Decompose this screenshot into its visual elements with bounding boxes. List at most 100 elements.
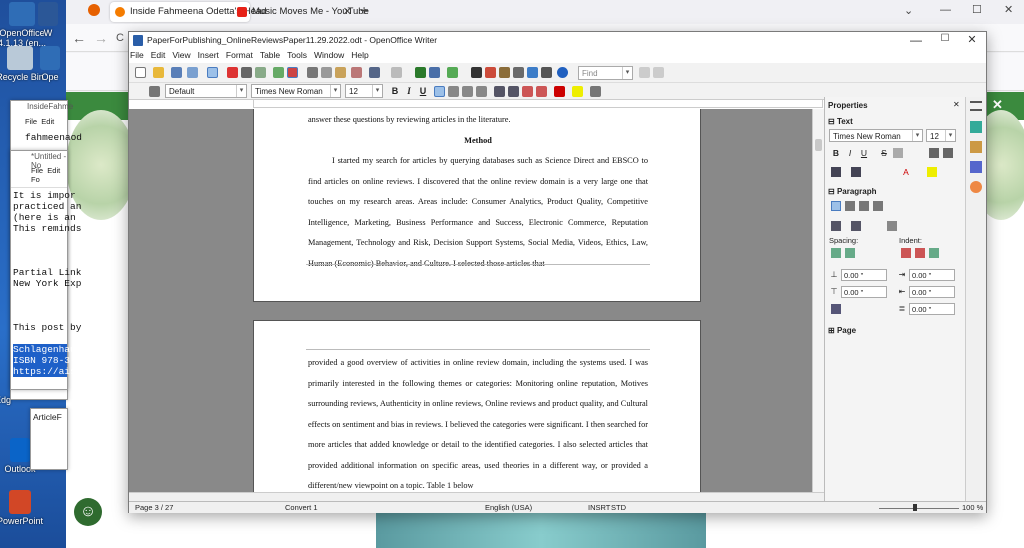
forward-icon[interactable]: → [94,30,108,46]
menu-insert[interactable]: Insert [198,50,219,60]
styles-deck-icon[interactable] [970,141,982,153]
close-icon[interactable]: ✕ [1004,3,1013,16]
minimize-icon[interactable]: — [940,4,951,16]
help-icon[interactable] [557,67,568,78]
spacing-below-input[interactable]: 0.00 " [841,286,887,298]
maximize-icon[interactable]: ☐ [931,33,959,44]
email-icon[interactable] [187,67,198,78]
clone-formatting-icon[interactable] [351,67,362,78]
indent-before-input[interactable]: 0.00 " [909,269,955,281]
save-icon[interactable] [171,67,182,78]
decrease-indent-icon[interactable] [522,86,533,97]
autospellcheck-icon[interactable] [287,67,298,78]
menu-tools[interactable]: Tools [287,50,307,60]
navigator-deck-icon[interactable] [970,181,982,193]
cut-icon[interactable] [307,67,318,78]
menu-view[interactable]: View [172,50,190,60]
data-sources-icon[interactable] [513,67,524,78]
text-section-header[interactable]: ⊟ Text [828,117,853,126]
back-icon[interactable]: ← [72,30,86,46]
highlight-icon[interactable] [927,167,937,177]
menu-icon[interactable] [970,101,982,111]
find-previous-icon[interactable] [639,67,650,78]
paragraph-section-header[interactable]: ⊟ Paragraph [828,187,877,196]
find-input[interactable]: Find ▾ [578,66,633,80]
document-page-2[interactable]: provided a good overview of activities i… [253,320,701,493]
text-area[interactable]: It is impor practiced an (here is an Thi… [11,188,81,377]
shadow-icon[interactable] [893,148,903,158]
italic-button[interactable]: I [403,85,415,97]
open-folder-icon[interactable] [153,67,164,78]
spacing-icon[interactable] [851,167,861,177]
spellcheck-icon[interactable] [273,67,284,78]
grow-font-icon[interactable] [929,148,939,158]
sidebar-align-left-icon[interactable] [831,201,841,211]
text-field[interactable]: fahmeenaod [11,126,82,143]
chevron-down-icon[interactable]: ▾ [330,85,340,97]
bold-button[interactable]: B [389,85,401,97]
find-replace-icon[interactable] [471,67,482,78]
align-left-icon[interactable] [434,86,445,97]
navigator-icon[interactable] [485,67,496,78]
table-icon[interactable] [429,67,440,78]
export-pdf-icon[interactable] [227,67,238,78]
hyperlink-icon[interactable] [415,67,426,78]
undo-icon[interactable] [369,67,380,78]
horizontal-scrollbar[interactable] [129,492,824,501]
find-next-icon[interactable] [653,67,664,78]
chevron-down-icon[interactable]: ▾ [622,67,632,79]
properties-deck-icon[interactable] [970,121,982,133]
sidebar-align-right-icon[interactable] [859,201,869,211]
sidebar-justify-icon[interactable] [873,201,883,211]
zoom-slider[interactable] [879,508,959,509]
scroll-thumb[interactable] [815,139,822,151]
align-center-icon[interactable] [448,86,459,97]
font-name-select[interactable]: Times New Roman ▾ [251,84,341,98]
print-icon[interactable] [241,67,252,78]
numbering-icon[interactable] [494,86,505,97]
sidebar-bold-button[interactable]: B [831,148,841,158]
page-preview-icon[interactable] [255,67,266,78]
list-tabs-icon[interactable]: ⌄ [904,4,913,17]
close-sidebar-icon[interactable]: ✕ [953,100,960,109]
gallery-icon[interactable] [499,67,510,78]
styles-icon[interactable] [149,86,160,97]
shrink-font-icon[interactable] [943,148,953,158]
paste-icon[interactable] [335,67,346,78]
minimize-icon[interactable]: — [902,33,930,47]
new-document-icon[interactable] [135,67,146,78]
menu-file[interactable]: File [130,50,144,60]
strikethrough-button[interactable]: S [879,148,889,158]
increase-spacing-icon[interactable] [831,248,841,258]
selection-mode[interactable]: STD [611,503,626,512]
show-draw-icon[interactable] [447,67,458,78]
close-tab-icon[interactable]: ✕ [343,5,352,18]
underline-button[interactable]: U [417,85,429,97]
highlighting-icon[interactable] [572,86,583,97]
maximize-icon[interactable]: ☐ [972,3,982,16]
gallery-deck-icon[interactable] [970,161,982,173]
font-size-select[interactable]: 12 ▾ [345,84,383,98]
menu-edit[interactable]: Edit [151,50,166,60]
chevron-down-icon[interactable]: ▾ [912,130,922,141]
line-spacing-icon[interactable] [831,304,841,314]
font-color-icon[interactable] [554,86,565,97]
tab-inside-fahmeena[interactable]: Inside Fahmeena Odetta's Head ✕ [110,2,266,22]
document-area[interactable]: answer these questions by reviewing arti… [129,109,812,493]
horizontal-ruler[interactable] [253,99,823,108]
hanging-indent-icon[interactable] [929,248,939,258]
superscript-icon[interactable] [831,167,841,177]
font-color-icon[interactable]: A [901,167,911,177]
menu-help[interactable]: Help [351,50,368,60]
paragraph-background-icon[interactable] [887,221,897,231]
copy-icon[interactable] [321,67,332,78]
paragraph-style-select[interactable]: Default ▾ [165,84,247,98]
sidebar-align-center-icon[interactable] [845,201,855,211]
document-page-1[interactable]: answer these questions by reviewing arti… [253,109,701,302]
first-line-input[interactable]: 0.00 " [909,303,955,315]
indent-after-input[interactable]: 0.00 " [909,286,955,298]
tab-youtube[interactable]: Music Moves Me - YouTube ✕ [232,2,369,22]
menu-format[interactable]: Format [226,50,253,60]
reload-icon[interactable]: C [116,32,124,44]
close-icon[interactable]: ✕ [958,33,986,46]
